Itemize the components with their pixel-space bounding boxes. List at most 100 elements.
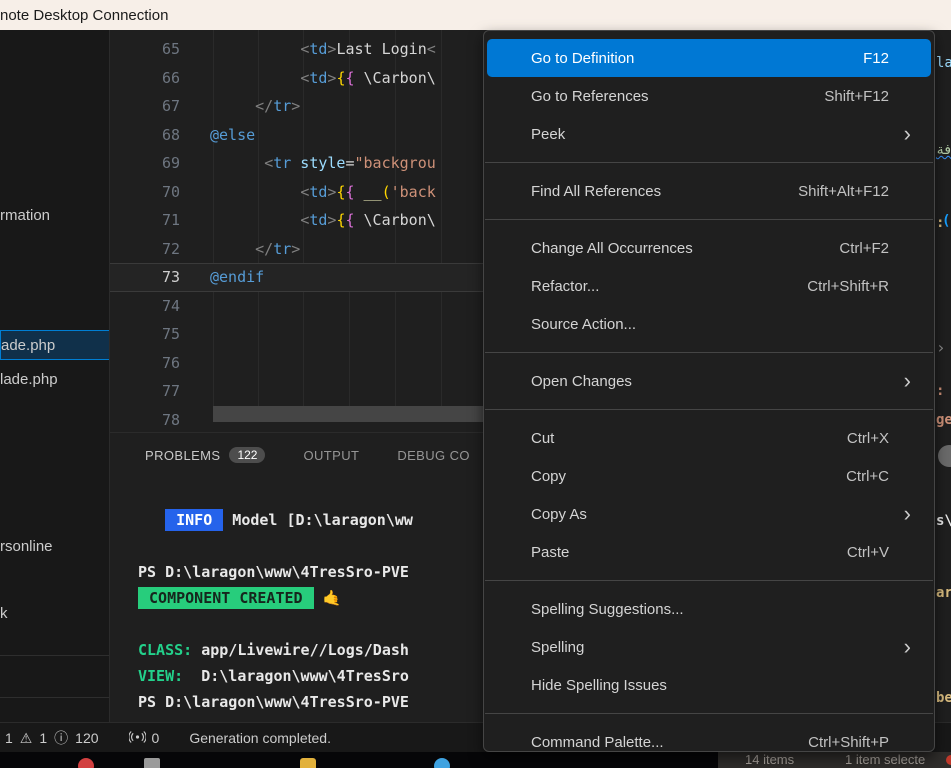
line-number: 71 [110,206,180,235]
blue-app-icon[interactable] [434,758,450,768]
line-number: 78 [110,406,180,433]
menu-item-label: Spelling Suggestions... [531,601,911,618]
terminal-text [138,511,165,529]
code-token: < [264,154,273,172]
menu-item-refactor[interactable]: Refactor...Ctrl+Shift+R [487,267,931,305]
terminal-text: PS D:\laragon\www\4TresSro-PVE [138,563,409,581]
menu-item-shortcut: F12 [863,50,889,67]
window-app-icon[interactable] [144,758,160,768]
panel-tab-label: OUTPUT [303,448,359,463]
code-token: \Carbon\ [355,69,436,87]
code-text: <td>{{ \Carbon\ [210,64,436,93]
problems-status[interactable]: 1 ⚠ 1 ⓘ 120 [5,730,99,746]
windows-taskbar[interactable]: 14 items 1 item selecte [0,752,951,768]
line-number: 67 [110,92,180,121]
code-token: < [300,40,309,58]
panel-tab-problems[interactable]: PROBLEMS122 [145,447,265,463]
code-token: </ [255,240,273,258]
code-token: td [309,211,327,229]
menu-item-spelling[interactable]: Spelling› [487,628,931,666]
code-token [210,154,264,172]
menu-separator [485,580,933,581]
status-message: Generation completed. [189,730,331,746]
menu-item-open-changes[interactable]: Open Changes› [487,362,931,400]
code-text: </tr> [210,92,300,121]
menu-item-go-to-references[interactable]: Go to ReferencesShift+F12 [487,77,931,115]
menu-item-shortcut: Ctrl+Shift+P [808,734,889,751]
menu-item-spelling-suggestions[interactable]: Spelling Suggestions... [487,590,931,628]
menu-item-source-action[interactable]: Source Action... [487,305,931,343]
menu-item-shortcut: Ctrl+V [847,544,889,561]
code-token: \Carbon\ [355,211,436,229]
panel-tab-output[interactable]: OUTPUT [303,448,359,463]
sidebar-file-rsonline[interactable]: rsonline [0,533,110,561]
menu-item-label: Refactor... [531,278,807,295]
menu-item-label: Command Palette... [531,734,808,751]
menu-item-label: Paste [531,544,847,561]
remote-desktop-screen: note Desktop Connection rmation ade.php la… [0,0,951,768]
sidebar-section-divider [0,697,110,698]
code-token: Last Login [336,40,426,58]
menu-item-label: Go to Definition [531,50,863,67]
code-token: = [345,154,354,172]
code-token: __ [355,183,382,201]
code-token: @endif [210,268,264,286]
code-token: td [309,183,327,201]
menu-item-shortcut: Ctrl+Shift+R [807,278,889,295]
rdp-title-bar[interactable]: note Desktop Connection [0,0,951,30]
menu-item-shortcut: Ctrl+C [846,468,889,485]
menu-item-copy[interactable]: CopyCtrl+C [487,457,931,495]
rdp-title-text: note Desktop Connection [0,7,168,24]
code-text: @endif [210,263,264,292]
code-token: < [300,183,309,201]
code-token: { [345,211,354,229]
code-token: </ [255,97,273,115]
info-icon: ⓘ [54,731,68,745]
menu-item-command-palette[interactable]: Command Palette...Ctrl+Shift+P [487,723,931,752]
menu-item-label: Copy As [531,506,904,523]
sidebar-file-k[interactable]: k [0,600,110,628]
code-token: > [291,97,300,115]
warning-count: 1 [39,730,47,746]
panel-tab-label: PROBLEMS [145,448,220,463]
menu-item-label: Go to References [531,88,824,105]
menu-item-shortcut: Shift+Alt+F12 [798,183,889,200]
red-app-icon[interactable] [78,758,94,768]
ports-status[interactable]: 0 [129,730,160,746]
sidebar-section-divider [0,655,110,656]
menu-item-paste[interactable]: PasteCtrl+V [487,533,931,571]
line-number: 73 [110,263,180,292]
code-fragment: la [936,55,951,71]
code-fragment: : / [936,383,951,399]
sidebar-file-rmation[interactable]: rmation [0,202,110,230]
sidebar-file-lade-php[interactable]: lade.php [0,366,110,394]
code-token [210,240,255,258]
file-explorer-status-bar: 14 items 1 item selecte [718,752,951,768]
terminal-text: PS D:\laragon\www\4TresSro-PVE [138,693,409,711]
error-count: 1 [5,730,13,746]
chevron-right-icon: › [904,503,911,525]
code-text: <td>{{ __('back [210,178,436,207]
menu-item-change-all-occurrences[interactable]: Change All OccurrencesCtrl+F2 [487,229,931,267]
panel-tab-debug-co[interactable]: DEBUG CO [397,448,470,463]
terminal-badge: COMPONENT CREATED [138,587,314,609]
sidebar-file-ade-php[interactable]: ade.php [0,330,110,360]
menu-item-label: Change All Occurrences [531,240,839,257]
menu-item-copy-as[interactable]: Copy As› [487,495,931,533]
red-dot-icon [946,755,951,765]
code-fragment: s\ [936,513,951,529]
menu-item-label: Hide Spelling Issues [531,677,911,694]
menu-item-hide-spelling-issues[interactable]: Hide Spelling Issues [487,666,931,704]
menu-item-cut[interactable]: CutCtrl+X [487,419,931,457]
explorer-selected-count: 1 item selecte [845,752,925,767]
code-token [210,69,300,87]
explorer-sidebar: rmation ade.php lade.php rsonline k [0,30,110,722]
scroll-decoration-circle [938,445,951,467]
code-token: { [345,183,354,201]
menu-item-find-all-references[interactable]: Find All ReferencesShift+Alt+F12 [487,172,931,210]
yellow-app-icon[interactable] [300,758,316,768]
broadcast-icon [129,730,146,746]
editor-right-edge-fragments: laفة:(›: /ges\arbe [935,30,951,722]
menu-item-go-to-definition[interactable]: Go to DefinitionF12 [487,39,931,77]
menu-item-peek[interactable]: Peek› [487,115,931,153]
